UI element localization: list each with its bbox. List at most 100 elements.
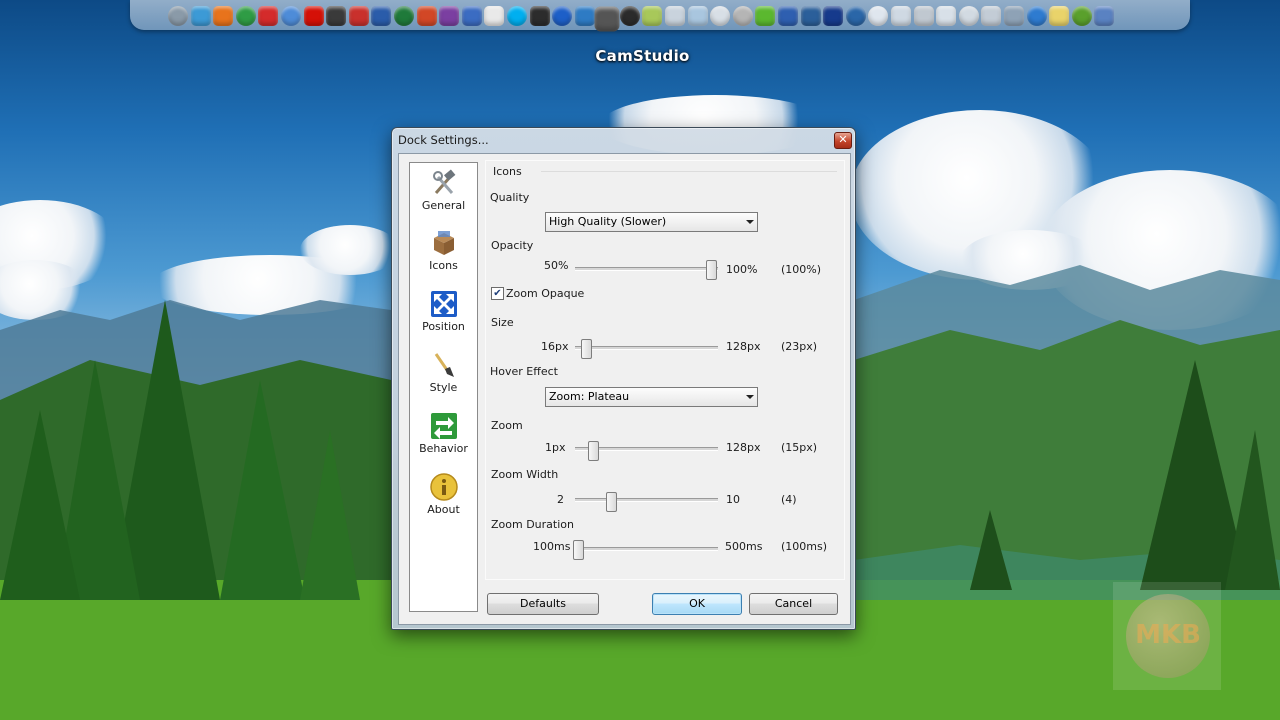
- tools-icon: [432, 169, 455, 194]
- utorrent-icon[interactable]: [1071, 6, 1092, 26]
- size-slider-thumb[interactable]: [581, 339, 592, 359]
- opacity-value: (100%): [781, 263, 822, 276]
- zoom-width-min-label: 2: [557, 493, 564, 506]
- chrome-icon[interactable]: [235, 6, 256, 26]
- powerpoint-icon[interactable]: [416, 6, 437, 26]
- zoom-width-label: Zoom Width: [491, 468, 559, 481]
- dialog-client-area: General Icons Position Style Behavior Ab…: [398, 153, 851, 625]
- nav-item-position[interactable]: Position: [410, 290, 477, 333]
- zoom-width-slider-thumb[interactable]: [606, 492, 617, 512]
- zoom-duration-slider-thumb[interactable]: [573, 540, 584, 560]
- nav-label-general: General: [421, 199, 466, 212]
- lastfm-icon[interactable]: [303, 6, 324, 26]
- drive-icon[interactable]: [913, 6, 934, 26]
- download-icon[interactable]: [348, 6, 369, 26]
- camera-icon[interactable]: [529, 6, 550, 26]
- nav-item-about[interactable]: About: [410, 473, 477, 516]
- zoom-width-slider-track[interactable]: [575, 498, 718, 502]
- zoom-label: Zoom: [491, 419, 523, 432]
- computer-icon[interactable]: [868, 6, 889, 26]
- nav-item-icons[interactable]: Icons: [410, 229, 477, 272]
- visio-icon[interactable]: [461, 6, 482, 26]
- film-reel-icon[interactable]: [326, 6, 347, 26]
- excel-icon[interactable]: [393, 6, 414, 26]
- zoom-width-max-label: 10: [726, 493, 740, 506]
- ok-button[interactable]: OK: [652, 593, 742, 615]
- notepad-icon[interactable]: [642, 6, 663, 26]
- documents-icon[interactable]: [665, 6, 686, 26]
- defaults-button[interactable]: Defaults: [487, 593, 599, 615]
- cancel-button[interactable]: Cancel: [749, 593, 838, 615]
- media-player-icon[interactable]: [778, 6, 799, 26]
- zoom-slider-thumb[interactable]: [588, 441, 599, 461]
- word-icon[interactable]: [371, 6, 392, 26]
- itunes-icon[interactable]: [280, 6, 301, 26]
- close-button[interactable]: ✕: [834, 132, 852, 149]
- camstudio-icon[interactable]: [594, 6, 620, 32]
- opacity-slider-track[interactable]: [575, 267, 718, 271]
- recycle-icon[interactable]: [936, 6, 957, 26]
- section-divider: [541, 171, 837, 172]
- dock-hover-label: CamStudio: [595, 47, 690, 65]
- nav-item-style[interactable]: Style: [410, 351, 477, 394]
- position-arrows-icon: [430, 291, 457, 317]
- dock-bar: [130, 0, 1190, 32]
- zoom-duration-label: Zoom Duration: [491, 518, 574, 531]
- nav-label-position: Position: [422, 320, 465, 333]
- scanner-icon[interactable]: [710, 6, 731, 26]
- control-panel-icon[interactable]: [958, 6, 979, 26]
- vlc-icon[interactable]: [619, 6, 640, 26]
- game-controller-icon[interactable]: [845, 6, 866, 26]
- usb-icon[interactable]: [1026, 6, 1047, 26]
- zoom-opaque-checkbox[interactable]: ✔: [491, 287, 504, 300]
- windows-live-icon[interactable]: [484, 6, 505, 26]
- folder-icon[interactable]: [687, 6, 708, 26]
- quality-dropdown[interactable]: High Quality (Slower): [545, 212, 758, 232]
- skype-icon[interactable]: [506, 6, 527, 26]
- network-icon[interactable]: [891, 6, 911, 26]
- opacity-slider-thumb[interactable]: [706, 260, 717, 280]
- globe-icon[interactable]: [823, 6, 844, 26]
- hover-effect-dropdown[interactable]: Zoom: Plateau: [545, 387, 758, 407]
- mail-icon[interactable]: [1094, 6, 1115, 26]
- google-earth-icon[interactable]: [574, 6, 595, 26]
- onenote-icon[interactable]: [439, 6, 460, 26]
- nav-item-general[interactable]: General: [410, 169, 477, 212]
- title-bar[interactable]: Dock Settings... ✕: [392, 128, 855, 152]
- zoom-min-label: 1px: [545, 441, 566, 454]
- archive-icon[interactable]: [732, 6, 753, 26]
- zoom-duration-value: (100ms): [781, 540, 828, 553]
- opacity-max-label: 100%: [726, 263, 758, 276]
- nav-label-icons: Icons: [429, 259, 458, 272]
- zoom-duration-slider-track[interactable]: [575, 547, 718, 551]
- size-slider-track[interactable]: [575, 346, 718, 350]
- xbox-icon[interactable]: [755, 6, 776, 26]
- quality-label: Quality: [490, 191, 530, 204]
- nav-item-behavior[interactable]: Behavior: [410, 412, 477, 455]
- opacity-label: Opacity: [491, 239, 534, 252]
- opacity-min-label: 50%: [544, 259, 569, 272]
- nav-label-behavior: Behavior: [419, 442, 468, 455]
- nav-label-style: Style: [429, 381, 458, 394]
- zoom-value: (15px): [781, 441, 818, 454]
- settings-sidebar: General Icons Position Style Behavior Ab…: [409, 162, 478, 612]
- firefox-icon[interactable]: [213, 6, 234, 26]
- chevron-down-icon: [746, 395, 754, 399]
- zoom-opaque-label[interactable]: Zoom Opaque: [506, 287, 584, 300]
- opera-icon[interactable]: [258, 6, 279, 26]
- box-icon: [433, 231, 454, 255]
- settings-icon[interactable]: [981, 6, 1002, 26]
- safari-icon[interactable]: [190, 6, 211, 26]
- paintbrush-icon: [434, 353, 454, 377]
- tree-icon[interactable]: [1049, 6, 1070, 26]
- tools-icon[interactable]: [1003, 6, 1024, 26]
- size-min-label: 16px: [541, 340, 569, 353]
- dock-settings-dialog: Dock Settings... ✕ General Icons Positio…: [391, 127, 856, 630]
- disk-utility-icon[interactable]: [168, 6, 188, 26]
- bluetooth-icon[interactable]: [552, 6, 573, 26]
- chevron-down-icon: [746, 220, 754, 224]
- media-center-icon[interactable]: [800, 6, 821, 26]
- close-icon: ✕: [838, 133, 848, 146]
- size-value: (23px): [781, 340, 818, 353]
- behavior-arrows-icon: [430, 413, 457, 439]
